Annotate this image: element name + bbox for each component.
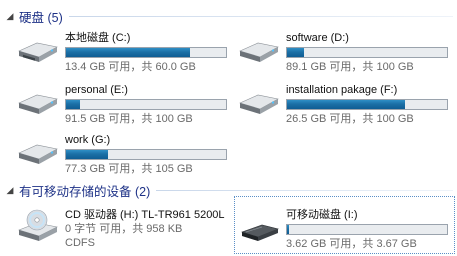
drive-name: software (D:) (286, 32, 349, 44)
usage-bar-fill (287, 225, 290, 234)
hard-drive-icon (18, 144, 58, 164)
hard-drive-icon (18, 42, 58, 62)
group-header-hard-disks[interactable]: ◢ 硬盘 (5) (4, 7, 453, 25)
cd-drive-icon (18, 209, 58, 241)
usage-bar (286, 99, 448, 110)
free-space-text: 3.62 GB 可用，共 3.67 GB (286, 238, 417, 250)
free-space-text: 77.3 GB 可用，共 105 GB (65, 163, 193, 175)
drive-name: installation pakage (F:) (286, 84, 398, 96)
usage-bar (65, 149, 227, 160)
group-title: 硬盘 (5) (19, 10, 63, 25)
free-space-text: 91.5 GB 可用，共 100 GB (65, 113, 193, 125)
group-title: 有可移动存储的设备 (2) (19, 184, 151, 199)
free-space-text: 0 字节 可用，共 958 KB (65, 223, 183, 235)
usage-bar-fill (66, 48, 191, 57)
usage-bar-fill (66, 150, 109, 159)
hard-drive-icon (18, 94, 58, 114)
usage-bar (286, 224, 448, 235)
usage-bar-fill (287, 100, 405, 109)
group-divider (68, 15, 453, 17)
group-divider (156, 189, 453, 191)
usage-bar-fill (66, 100, 80, 109)
drive-name: CD 驱动器 (H:) TL-TR961 5200L (65, 209, 225, 221)
drive-name: work (G:) (65, 134, 111, 146)
drive-name: 本地磁盘 (C:) (65, 32, 131, 44)
free-space-text: 89.1 GB 可用，共 100 GB (286, 61, 414, 73)
hard-drive-icon (239, 94, 279, 114)
drive-name: personal (E:) (65, 84, 128, 96)
usage-bar (65, 99, 227, 110)
collapse-arrow-icon[interactable]: ◢ (4, 185, 16, 196)
free-space-text: 13.4 GB 可用，共 60.0 GB (65, 61, 196, 73)
usage-bar-fill (287, 48, 305, 57)
usage-bar (65, 47, 227, 58)
hard-drive-icon (239, 42, 279, 62)
removable-disk-icon (241, 224, 279, 241)
filesystem-text: CDFS (65, 237, 95, 249)
usage-bar (286, 47, 448, 58)
collapse-arrow-icon[interactable]: ◢ (4, 11, 16, 22)
free-space-text: 26.5 GB 可用，共 100 GB (286, 113, 414, 125)
drive-name: 可移动磁盘 (I:) (286, 209, 358, 221)
